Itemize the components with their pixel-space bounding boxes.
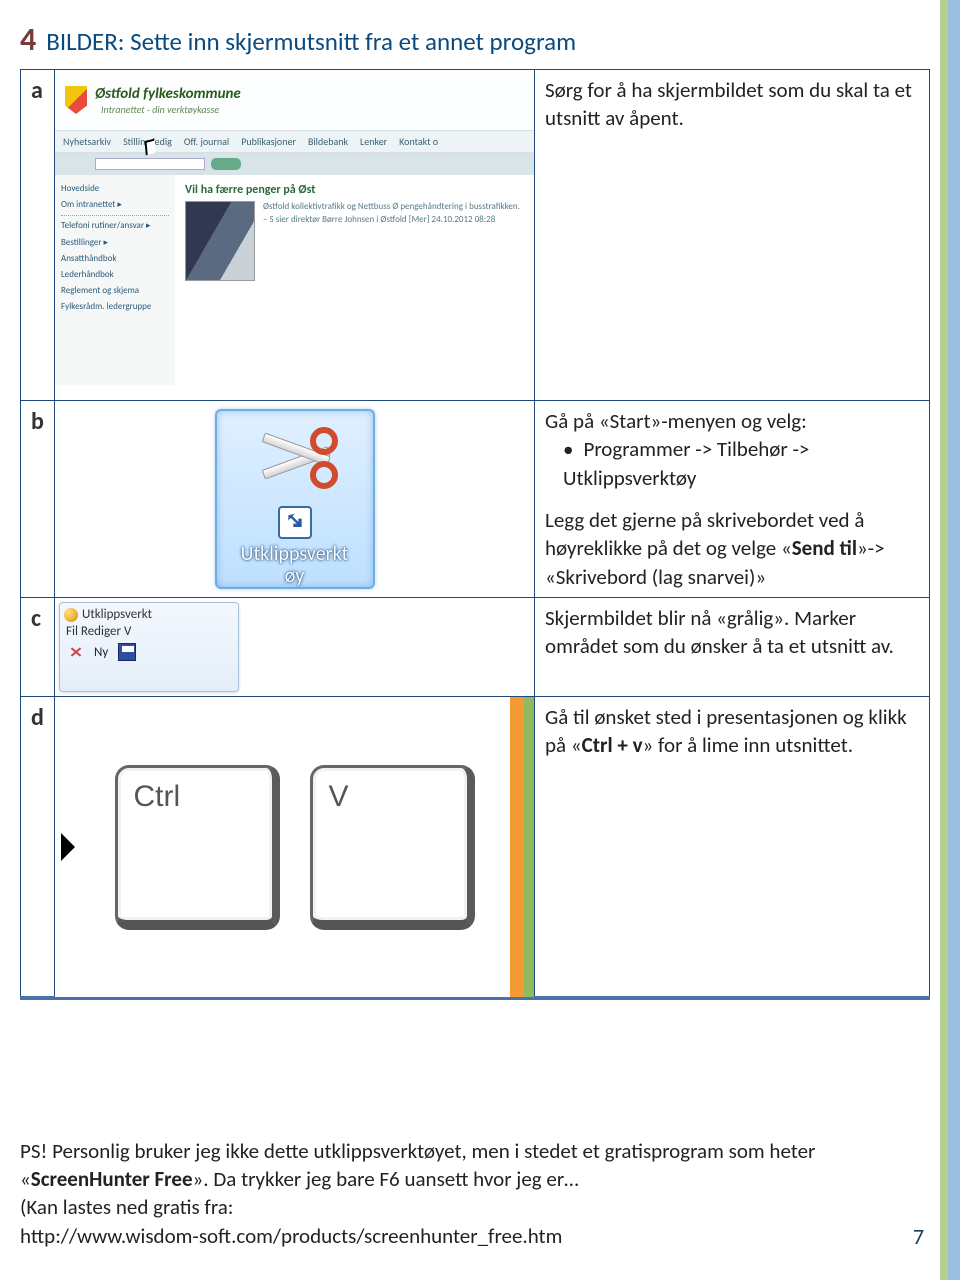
site-name: Østfold fylkeskommune [95,85,241,103]
row-c-text: Skjermbildet blir nå «grålig». Marker om… [535,598,930,697]
table-row: c Utklippsverkt Fil Rediger V Ny Skjermb… [21,598,930,697]
ps-text-3: (Kan lastes ned gratis fra: [20,1194,233,1220]
article-photo [185,201,255,281]
intranet-sidebar: Hovedside Om intranettet ▸ Telefoni ruti… [55,175,175,385]
snip-menubar: Fil Rediger V [64,622,238,643]
sidebar-item: Reglement og skjema [61,283,169,299]
save-icon [118,643,136,661]
new-label: Ny [94,645,108,660]
searchbar [55,153,534,175]
sidebar-item: Fylkesrådm. ledergruppe [61,299,169,315]
keyboard-keys: Ctrl V [55,697,534,997]
intranet-screenshot: Østfold fylkeskommune Intranettet - din … [55,70,534,400]
screenhunter-name: ScreenHunter Free [31,1166,193,1192]
row-label-c: c [21,598,55,697]
row-a-text: Sørg for å ha skjermbildet som du skal t… [535,70,930,401]
page-number: 7 [913,1223,924,1250]
tail-2: »-> [857,535,885,561]
sidebar-item: Bestillinger ▸ [61,235,169,251]
row-d-text: Gå til ønsket sted i presentasjonen og k… [535,697,930,998]
ctrl-v-bold: Ctrl + v [582,732,643,758]
snip-menu: Utklippsverkt Fil Rediger V Ny [59,602,239,692]
row-b-text: Gå på «Start»-menyen og velg: Programmer… [535,401,930,598]
row-b-image: Utklippsverkt øy [55,401,535,598]
sidebar-item: Hovedside [61,181,169,197]
section-number: 4 [20,20,36,59]
sidebar-item: Ansatthåndbok [61,251,169,267]
snipping-tool-icon: Utklippsverkt øy [215,409,375,589]
menu-item: Lenker [360,135,387,148]
sidebar-item: Telefoni rutiner/ansvar ▸ [61,218,169,234]
article-text: Østfold kollektivtrafikk og Nettbuss Ø p… [263,201,524,281]
row-d-image: Ctrl V [55,697,535,998]
footer-url: http://www.wisdom-soft.com/products/scre… [20,1223,562,1249]
search-button [211,158,241,170]
row-c-image: Utklippsverkt Fil Rediger V Ny [55,598,535,697]
row-b-bullet: Programmer -> Tilbehør -> Utklippsverktø… [563,435,919,492]
cursor-icon [145,139,156,156]
table-row: b Utklippsverkt øy Gå på «Start»-menyen … [21,401,930,598]
menu-item: Off. journal [184,135,229,148]
row-label-b: b [21,401,55,598]
sidebar-item: Lederhåndbok [61,267,169,283]
menu-item: Publikasjoner [241,135,296,148]
instruction-table: a Østfold fylkeskommune Intranettet - di… [20,69,930,998]
menu-item: Kontakt o [399,135,438,148]
send-til: Send til [792,535,857,561]
app-icon [64,608,78,622]
page-accent-green [940,0,948,1280]
shield-icon [65,86,87,114]
page-accent-blue [948,0,960,1280]
v-key: V [310,765,475,930]
footer-note: PS! Personlig bruker jeg ikke dette utkl… [20,1137,910,1250]
section-title: BILDER: Sette inn skjermutsnitt fra et a… [46,26,576,57]
tail-3: «Skrivebord (lag snarvei)» [545,563,919,591]
scissors-icon [250,419,340,508]
icon-caption: Utklippsverkt øy [241,543,349,587]
row-label-d: d [21,697,55,998]
row-a-image: Østfold fylkeskommune Intranettet - din … [55,70,535,401]
arrow-icon [61,833,75,861]
d-text-2: » for å lime inn utsnittet. [643,732,854,758]
menu-item: Nyhetsarkiv [63,135,111,148]
search-input [95,158,205,170]
site-tagline: Intranettet - din verktøykasse [101,103,241,116]
intranet-menubar: Nyhetsarkiv Stilling ledig Off. journal … [55,130,534,153]
ctrl-key: Ctrl [115,765,280,930]
article-title: Vil ha færre penger på Øst [185,183,524,197]
scissors-icon [68,644,84,660]
row-b-tail: Legg det gjerne på skrivebordet ved å hø… [545,506,919,591]
table-row: d Ctrl V Gå til ønsket sted i presentasj… [21,697,930,998]
table-row: a Østfold fylkeskommune Intranettet - di… [21,70,930,401]
row-b-lead: Gå på «Start»-menyen og velg: [545,407,919,435]
section-header: 4 BILDER: Sette inn skjermutsnitt fra et… [20,20,930,59]
shortcut-arrow-icon [278,506,312,540]
ps-text-2: ». Da trykker jeg bare F6 uansett hvor j… [193,1166,579,1192]
sidebar-item: Om intranettet ▸ [61,197,169,213]
snip-title: Utklippsverkt [82,607,152,622]
menu-item: Bildebank [308,135,348,148]
row-label-a: a [21,70,55,401]
